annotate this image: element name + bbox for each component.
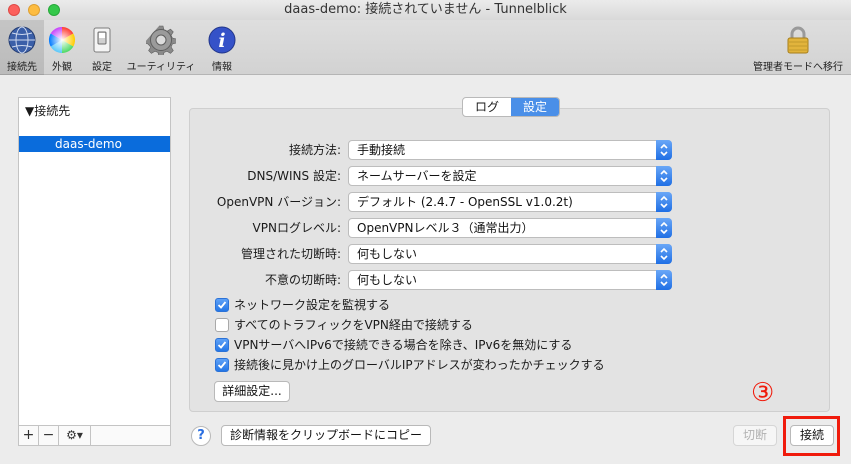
checkbox-label: ネットワーク設定を監視する bbox=[234, 298, 391, 312]
add-connection-button[interactable]: + bbox=[19, 426, 39, 445]
checkbox-checked-icon bbox=[215, 298, 229, 312]
checkbox-label: すべてのトラフィックをVPN経由で接続する bbox=[234, 318, 473, 332]
toolbar-item-info[interactable]: i 情報 bbox=[204, 20, 240, 75]
gear-icon bbox=[146, 25, 176, 55]
vpn-log-level-label: VPNログレベル: bbox=[252, 221, 341, 235]
sidebar-footer: + − ⚙▾ bbox=[19, 425, 170, 445]
select-stepper-icon bbox=[656, 192, 672, 212]
openvpn-version-select[interactable]: デフォルト (2.4.7 - OpenSSL v1.0.2t) bbox=[348, 192, 672, 212]
help-button[interactable]: ? bbox=[191, 426, 211, 446]
dns-wins-label: DNS/WINS 設定: bbox=[247, 169, 341, 183]
step-marker: ③ bbox=[751, 378, 775, 408]
window-title: daas-demo: 接続されていません - Tunnelblick bbox=[284, 2, 567, 17]
managed-disconnect-label: 管理された切断時: bbox=[240, 247, 341, 261]
color-wheel-icon bbox=[48, 26, 76, 54]
globe-icon bbox=[8, 26, 36, 54]
select-value: 何もしない bbox=[357, 273, 418, 287]
disconnect-button[interactable]: 切断 bbox=[733, 425, 777, 446]
toolbar: 接続先 外観 設定 ユーティリティ i 情報 管理者モードへ移行 bbox=[0, 20, 851, 75]
dns-wins-select[interactable]: ネームサーバーを設定 bbox=[348, 166, 672, 186]
highlight-box bbox=[783, 416, 840, 456]
unexpected-disconnect-select[interactable]: 何もしない bbox=[348, 270, 672, 290]
select-value: ネームサーバーを設定 bbox=[357, 169, 477, 183]
select-value: 手動接続 bbox=[357, 143, 406, 157]
tab-segmented-control: ログ 設定 bbox=[462, 97, 560, 117]
zoom-window-button[interactable] bbox=[48, 4, 60, 16]
tab-log[interactable]: ログ bbox=[463, 98, 511, 116]
minimize-window-button[interactable] bbox=[28, 4, 40, 16]
managed-disconnect-select[interactable]: 何もしない bbox=[348, 244, 672, 264]
toolbar-label: 設定 bbox=[92, 62, 112, 73]
connect-method-select[interactable]: 手動接続 bbox=[348, 140, 672, 160]
title-bar: daas-demo: 接続されていません - Tunnelblick bbox=[0, 0, 851, 20]
advanced-settings-button[interactable]: 詳細設定... bbox=[214, 381, 290, 402]
copy-diagnostics-button[interactable]: 診断情報をクリップボードにコピー bbox=[221, 425, 431, 446]
select-value: OpenVPNレベル３（通常出力） bbox=[357, 221, 534, 235]
switch-icon bbox=[93, 27, 111, 53]
toolbar-item-connections[interactable]: 接続先 bbox=[0, 20, 44, 75]
vpn-log-level-select[interactable]: OpenVPNレベル３（通常出力） bbox=[348, 218, 672, 238]
admin-mode-button[interactable]: 管理者モードへ移行 bbox=[748, 20, 848, 75]
tab-settings[interactable]: 設定 bbox=[511, 98, 559, 116]
close-window-button[interactable] bbox=[8, 4, 20, 16]
lock-icon bbox=[787, 26, 809, 54]
checkbox-label: VPNサーバへIPv6で接続できる場合を除き、IPv6を無効にする bbox=[234, 338, 573, 352]
select-stepper-icon bbox=[656, 140, 672, 160]
connect-method-label: 接続方法: bbox=[288, 143, 341, 157]
action-menu-button[interactable]: ⚙▾ bbox=[59, 426, 91, 445]
toolbar-item-utilities[interactable]: ユーティリティ bbox=[124, 20, 198, 75]
toolbar-item-appearance[interactable]: 外観 bbox=[44, 20, 80, 75]
openvpn-version-label: OpenVPN バージョン: bbox=[216, 195, 341, 209]
checkbox-checked-icon bbox=[215, 338, 229, 352]
toolbar-item-preferences[interactable]: 設定 bbox=[84, 20, 120, 75]
select-value: デフォルト (2.4.7 - OpenSSL v1.0.2t) bbox=[357, 195, 573, 209]
info-icon: i bbox=[208, 26, 236, 54]
connections-group-header[interactable]: ▼接続先 bbox=[25, 102, 70, 119]
unexpected-disconnect-label: 不意の切断時: bbox=[264, 273, 341, 287]
toolbar-label: 管理者モードへ移行 bbox=[753, 62, 843, 73]
checkbox-label: 接続後に見かけ上のグローバルIPアドレスが変わったかチェックする bbox=[234, 358, 605, 372]
remove-connection-button[interactable]: − bbox=[39, 426, 59, 445]
select-stepper-icon bbox=[656, 270, 672, 290]
svg-text:i: i bbox=[218, 30, 225, 52]
checkbox-unchecked-icon bbox=[215, 318, 229, 332]
select-stepper-icon bbox=[656, 218, 672, 238]
checkbox-checked-icon bbox=[215, 358, 229, 372]
toolbar-label: 外観 bbox=[52, 62, 72, 73]
select-stepper-icon bbox=[656, 244, 672, 264]
select-value: 何もしない bbox=[357, 247, 418, 261]
toolbar-label: 情報 bbox=[212, 62, 232, 73]
toolbar-label: 接続先 bbox=[7, 62, 37, 73]
toolbar-label: ユーティリティ bbox=[126, 62, 196, 73]
select-stepper-icon bbox=[656, 166, 672, 186]
